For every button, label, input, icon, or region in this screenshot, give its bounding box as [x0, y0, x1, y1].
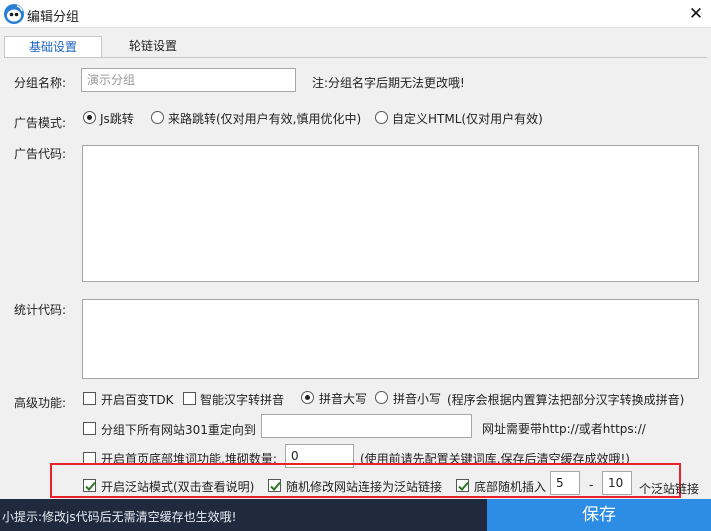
checkbox-footer-random[interactable]	[456, 479, 469, 492]
checkbox-redirect-301-label: 分组下所有网站301重定向到	[101, 423, 256, 437]
radio-js-redirect-label: Js跳转	[100, 112, 134, 126]
radio-referer-redirect-label: 来路跳转(仅对用户有效,慎用优化中)	[168, 112, 362, 126]
checkbox-pan-site-mode[interactable]	[83, 479, 96, 492]
stats-code-textarea[interactable]	[82, 299, 699, 379]
checkmark-icon	[270, 481, 281, 491]
radio-js-redirect[interactable]	[83, 111, 96, 124]
redirect-url-input[interactable]	[261, 414, 472, 438]
checkbox-random-link-label: 随机修改网站连接为泛站链接	[286, 480, 443, 494]
tab-basic-settings[interactable]: 基础设置	[4, 36, 102, 58]
checkbox-random-link[interactable]	[268, 479, 281, 492]
checkbox-smart-pinyin-label: 智能汉字转拼音	[200, 393, 285, 407]
radio-pinyin-lower[interactable]	[375, 391, 388, 404]
ad-code-label: 广告代码:	[14, 147, 67, 161]
radio-pinyin-upper[interactable]	[301, 391, 314, 404]
save-button[interactable]: 保存	[487, 499, 711, 531]
radio-custom-html-label: 自定义HTML(仅对用户有效)	[392, 112, 543, 126]
redirect-url-note: 网址需要带http://或者https://	[482, 422, 646, 436]
stats-code-label: 统计代码:	[14, 303, 67, 317]
group-name-input[interactable]	[81, 68, 296, 92]
window-title: 编辑分组	[27, 10, 80, 25]
checkmark-icon	[458, 481, 469, 491]
close-icon[interactable]: ✕	[685, 3, 707, 25]
random-min-input[interactable]	[550, 471, 580, 495]
checkbox-smart-pinyin[interactable]	[183, 392, 196, 405]
title-bar: 编辑分组 ✕	[0, 0, 711, 28]
range-dash: -	[589, 478, 594, 492]
checkbox-baidu-tdk[interactable]	[83, 392, 96, 405]
group-name-label: 分组名称:	[14, 76, 67, 90]
checkbox-redirect-301[interactable]	[83, 422, 96, 435]
group-name-note: 注:分组名字后期无法更改哦!	[312, 76, 465, 90]
pinyin-note: (程序会根据内置算法把部分汉字转换成拼音)	[447, 393, 685, 407]
status-bar: 小提示:修改js代码后无需清空缓存也生效哦!	[0, 499, 487, 531]
pan-link-suffix: 个泛站链接	[639, 482, 700, 496]
checkbox-pan-site-mode-label: 开启泛站模式(双击查看说明)	[101, 480, 255, 494]
radio-pinyin-upper-label: 拼音大写	[319, 392, 368, 406]
ad-mode-label: 广告模式:	[14, 116, 67, 130]
checkbox-footer-random-label: 底部随机插入	[474, 480, 547, 494]
checkmark-icon	[85, 481, 96, 491]
random-max-input[interactable]	[602, 471, 632, 495]
radio-custom-html[interactable]	[375, 111, 388, 124]
tab-link-settings[interactable]: 轮链设置	[110, 36, 196, 58]
ad-code-textarea[interactable]	[82, 145, 699, 282]
checkbox-baidu-tdk-label: 开启百变TDK	[101, 393, 174, 407]
app-logo-icon	[4, 4, 24, 24]
radio-referer-redirect[interactable]	[151, 111, 164, 124]
radio-pinyin-lower-label: 拼音小写	[393, 392, 442, 406]
status-tip: 小提示:修改js代码后无需清空缓存也生效哦!	[2, 510, 237, 524]
advanced-label: 高级功能:	[14, 396, 67, 410]
